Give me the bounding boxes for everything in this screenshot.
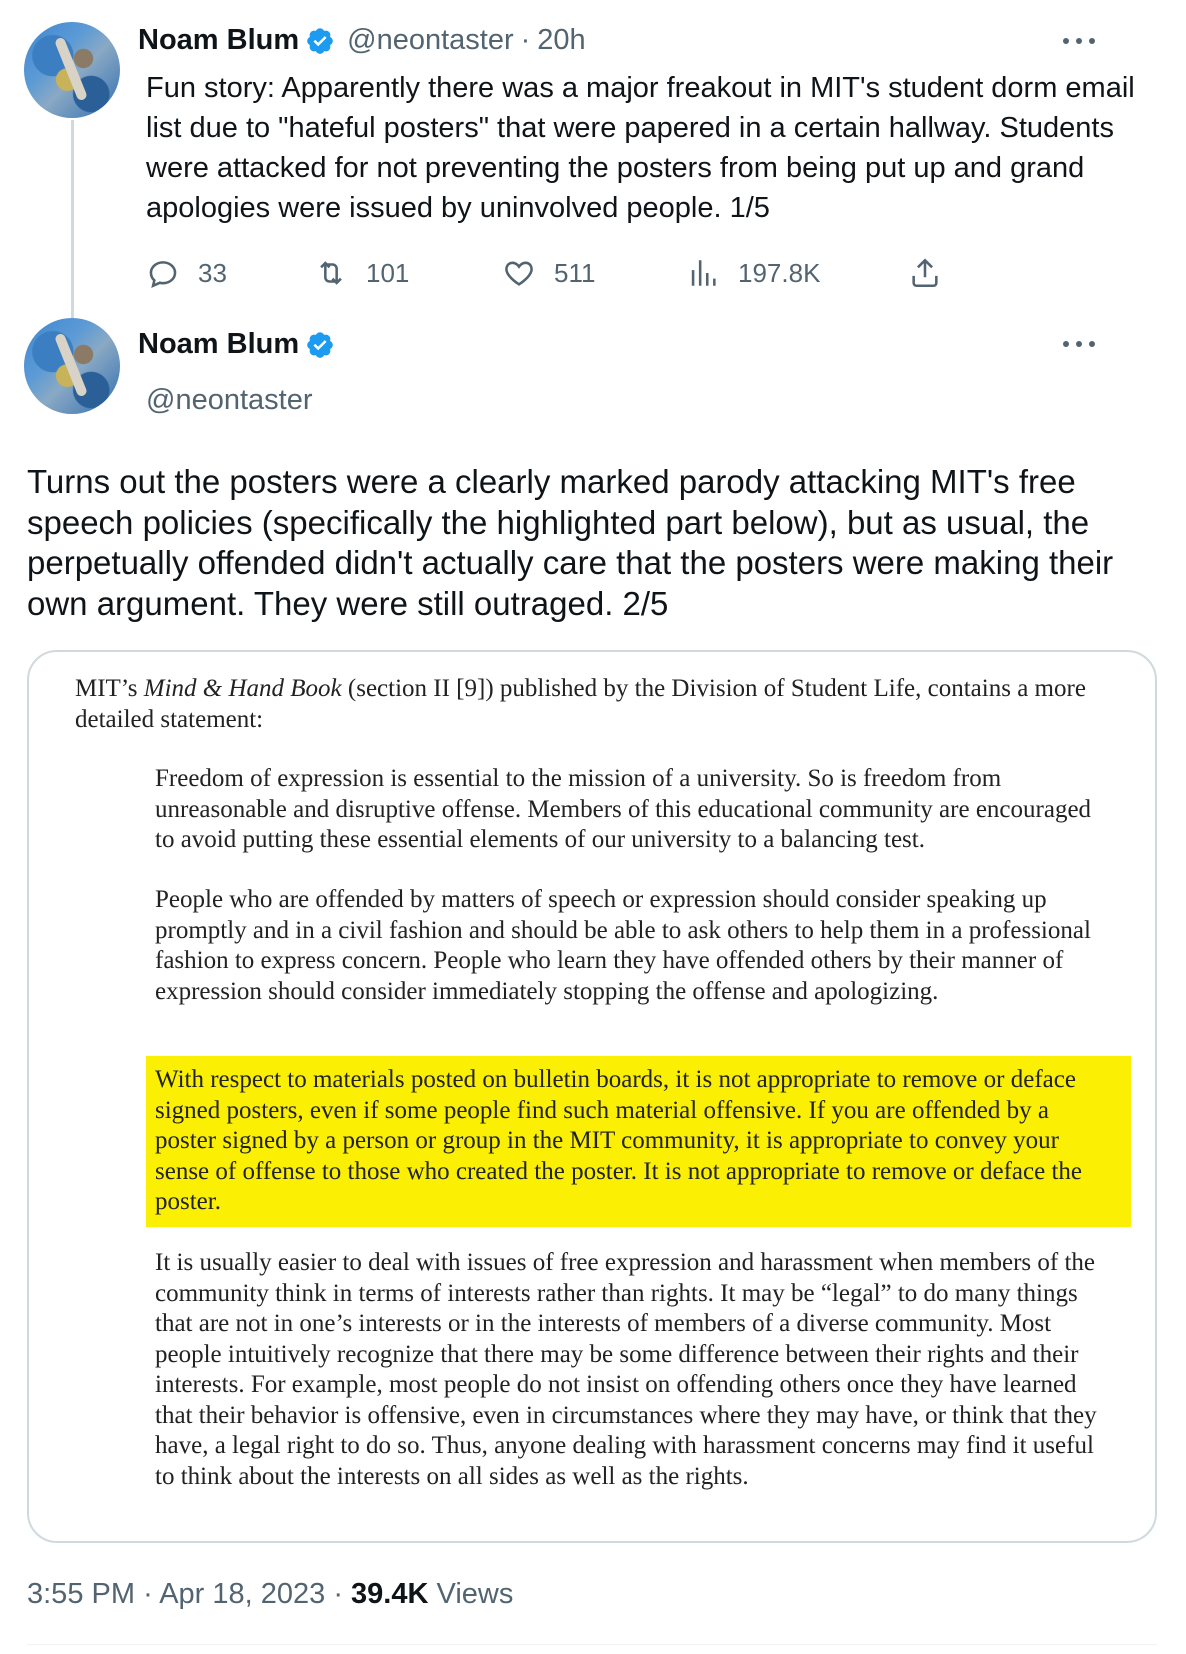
like-button[interactable]: 511 — [502, 256, 595, 290]
document-paragraph-highlighted: With respect to materials posted on bull… — [155, 1066, 1082, 1215]
views-button[interactable]: 197.8K — [686, 256, 820, 290]
author-handle[interactable]: @neontaster — [347, 24, 513, 57]
more-options-icon[interactable] — [1063, 38, 1095, 48]
tweet1-actions: 33 101 511 197.8K — [146, 256, 1026, 290]
heart-icon — [505, 261, 533, 286]
separator-dot: · — [143, 1578, 160, 1610]
tweet2-header: Noam Blum — [138, 328, 335, 361]
views-count: 39.4K — [351, 1578, 429, 1610]
attached-image[interactable]: MIT’s Mind & Hand Book (section II [9]) … — [27, 650, 1157, 1543]
thread-connector-line — [71, 120, 74, 328]
divider — [27, 1644, 1157, 1645]
document-paragraph: People who are offended by matters of sp… — [155, 886, 1091, 1005]
like-count: 511 — [554, 257, 596, 288]
document-intro: MIT’s Mind & Hand Book (section II [9]) … — [75, 675, 1086, 733]
tweet-time[interactable]: 3:55 PM — [27, 1578, 135, 1610]
share-button[interactable] — [908, 256, 960, 290]
retweet-icon — [320, 261, 342, 285]
reply-button[interactable]: 33 — [146, 256, 227, 290]
author-name[interactable]: Noam Blum — [138, 328, 299, 361]
views-count: 197.8K — [738, 257, 821, 288]
document-paragraph: It is usually easier to deal with issues… — [155, 1249, 1097, 1490]
retweet-count: 101 — [366, 257, 410, 288]
author-handle[interactable]: @neontaster — [146, 384, 312, 417]
avatar[interactable] — [24, 22, 120, 118]
reply-count: 33 — [198, 257, 227, 288]
tweet-time[interactable]: 20h — [537, 24, 585, 57]
tweet1-text: Fun story: Apparently there was a major … — [146, 72, 1135, 224]
separator-dot: · — [520, 24, 531, 56]
analytics-icon — [691, 260, 716, 286]
tweet-timestamp-footer: 3:55 PM · Apr 18, 2023 · 39.4K Views — [27, 1578, 513, 1611]
avatar[interactable] — [24, 318, 120, 414]
author-name[interactable]: Noam Blum — [138, 24, 299, 57]
share-icon — [912, 258, 938, 288]
verified-badge-icon — [307, 27, 333, 54]
more-options-icon[interactable] — [1063, 341, 1095, 351]
tweet2-text: Turns out the posters were a clearly mar… — [27, 463, 1114, 622]
tweet-date[interactable]: Apr 18, 2023 — [159, 1578, 325, 1610]
reply-icon — [149, 261, 177, 288]
retweet-button[interactable]: 101 — [314, 256, 409, 290]
verified-badge-icon — [307, 331, 333, 358]
views-label: Views — [436, 1578, 514, 1610]
tweet1-header: Noam Blum @neontaster · 20h — [138, 24, 586, 57]
separator-dot: · — [333, 1578, 352, 1610]
document-paragraph: Freedom of expression is essential to th… — [155, 765, 1092, 853]
